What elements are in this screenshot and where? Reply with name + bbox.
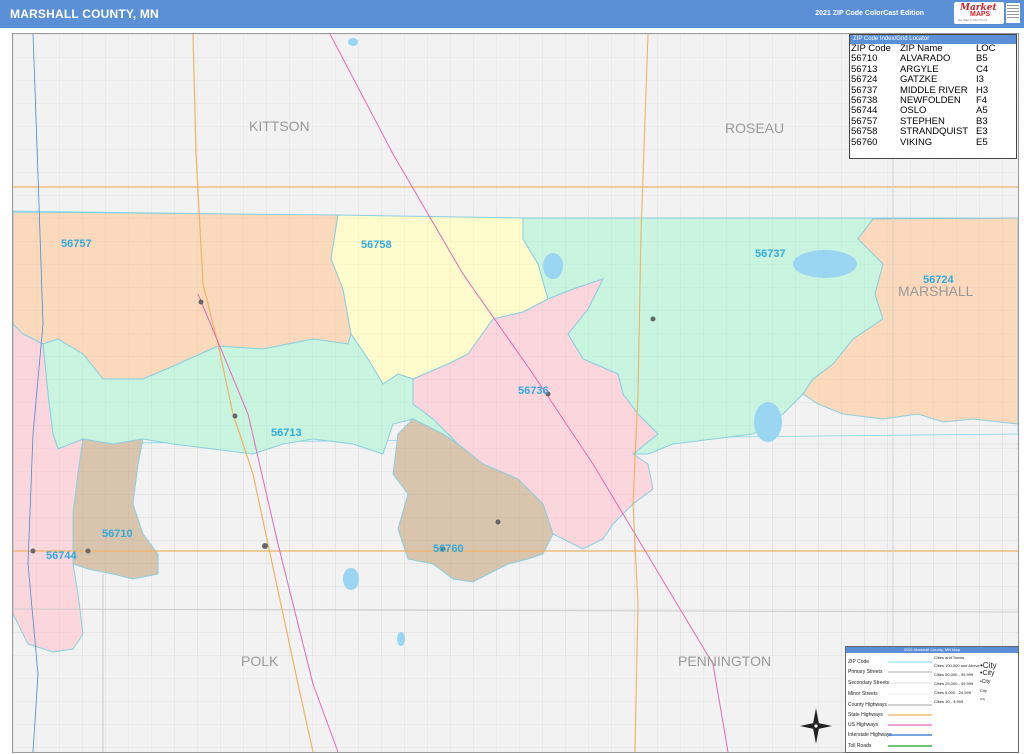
legend-city-sample: •City [980,670,995,677]
legend-city-sample: •City [980,661,997,670]
legend-item-us-highways: US Highways [848,722,879,728]
header-bar: MARSHALL COUNTY, MN 2021 ZIP Code ColorC… [0,0,1024,28]
pond-kittson [348,38,358,46]
zip-label-56724: 56724 [923,274,954,286]
legend-city-row: Cities 10 - 4,999 City [934,697,1016,706]
legend-city-range: Cities 5,000 - 24,999 [934,690,971,695]
legend-item-state-highways: State Highways [848,712,883,718]
legend-city-row: Cities 5,000 - 24,999 City [934,688,1016,697]
compass-rose-icon [800,708,832,744]
legend-cities: Cities and Towns Cities 100,000 and Abov… [934,655,1016,706]
zip-label-56760: 56760 [433,543,464,555]
region-label-roseau: ROSEAU [725,120,784,136]
zip-index-row: 56760 VIKING E5 [850,136,1016,148]
zip-grid-overlay [13,211,1018,656]
zip-name-cell: VIKING [900,136,933,148]
town-stephen [198,299,204,305]
zip-code-cell: 56758 [851,126,878,138]
pond-north [543,253,563,279]
lake-mud [754,402,782,442]
legend-city-range: Cities 100,000 and Above [934,663,980,668]
zip-label-56737: 56737 [755,248,786,260]
logo-text-maps: MAPS [970,11,991,18]
town-oslo [30,548,36,554]
region-label-pennington: PENNINGTON [678,653,771,669]
legend-city-sample: •City [980,679,991,685]
zip-loc-cell: E5 [976,136,988,148]
legend-city-range: Cities 10 - 4,999 [934,699,964,704]
zip-label-56757: 56757 [61,238,92,250]
region-label-kittson: KITTSON [249,118,310,134]
legend-item-county-highways: County Highways [848,702,887,708]
zip-label-56736: 56736 [518,385,549,397]
legend-city-row: Cities 50,000 - 99,999 •City [934,670,1016,679]
map-legend: 2021 Marshall County, MN Map ZIP Code Pr… [845,646,1019,753]
legend-item-toll-roads: Toll Roads [848,743,872,749]
town-alvarado [85,548,91,554]
town-argyle [232,413,238,419]
zip-index-table: ZIP Code Index/Grid Locator ZIP Code ZIP… [849,34,1017,159]
legend-city-row: Cities 25,000 - 49,999 •City [934,679,1016,688]
zip-code-cell: 56760 [851,136,878,148]
legend-city-row: Cities 100,000 and Above •City [934,661,1016,670]
town-middle-river [650,316,656,322]
zip-name-cell: STRANDQUIST [900,126,969,138]
zip-loc-cell: E3 [976,126,988,138]
legend-item-primary-streets: Primary Streets [848,669,883,675]
region-label-polk: POLK [241,653,279,669]
legend-title: 2021 Marshall County, MN Map [846,647,1018,653]
legend-city-sample: City [980,697,986,701]
edition-label: 2021 ZIP Code ColorCast Edition [815,10,924,17]
map-title: MARSHALL COUNTY, MN [10,7,159,21]
town-warren [262,543,268,549]
town-viking [495,519,501,525]
legend-city-range: Cities 50,000 - 99,999 [934,672,974,677]
market-maps-logo: Market MAPS We Map It. We Print It. [954,2,1004,24]
legend-swatches [888,661,932,747]
legend-item-secondary-streets: Secondary Streets [848,680,890,686]
lake-thief [793,250,857,278]
zip-label-56713: 56713 [271,427,302,439]
zip-index-row: 56724 GATZKE I3 [850,74,1016,85]
zip-label-56758: 56758 [361,239,392,251]
legend-city-range: Cities 25,000 - 49,999 [934,681,974,686]
legend-city-sample: City [980,688,987,693]
logo-tagline: We Map It. We Print It. [958,18,989,22]
legend-item-zip-code: ZIP Code [848,659,870,665]
zip-label-56744: 56744 [46,550,77,562]
pond-polk [397,632,405,646]
zip-label-56710: 56710 [102,528,133,540]
zip-index-row: 56758 STRANDQUIST E3 [850,126,1016,138]
pond-south [343,568,359,590]
legend-item-minor-streets: Minor Streets [848,691,878,697]
logo-side-box [1006,3,1020,23]
